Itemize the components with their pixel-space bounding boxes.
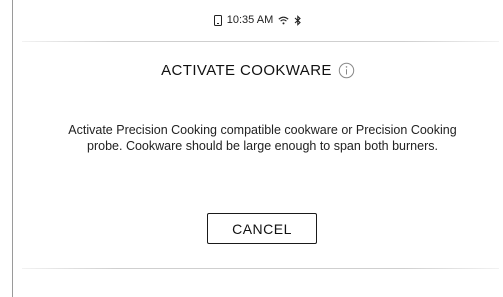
dialog-header: ACTIVATE COOKWARE xyxy=(13,58,503,82)
phone-icon xyxy=(213,14,222,26)
bluetooth-icon xyxy=(294,14,302,26)
dialog-message: Activate Precision Cooking compatible co… xyxy=(68,123,457,153)
divider-top xyxy=(22,41,499,42)
dialog-title: ACTIVATE COOKWARE xyxy=(161,61,332,79)
status-time: 10:35 AM xyxy=(226,14,274,26)
divider-bottom xyxy=(22,268,499,269)
cancel-button[interactable]: CANCEL xyxy=(207,213,317,244)
wifi-icon xyxy=(278,16,289,24)
screen: 10:35 AM ACTIVATE COOKWARE Activate Prec… xyxy=(0,0,503,297)
info-icon[interactable] xyxy=(338,62,355,79)
frame-edge xyxy=(12,0,13,297)
status-bar: 10:35 AM xyxy=(13,0,503,40)
